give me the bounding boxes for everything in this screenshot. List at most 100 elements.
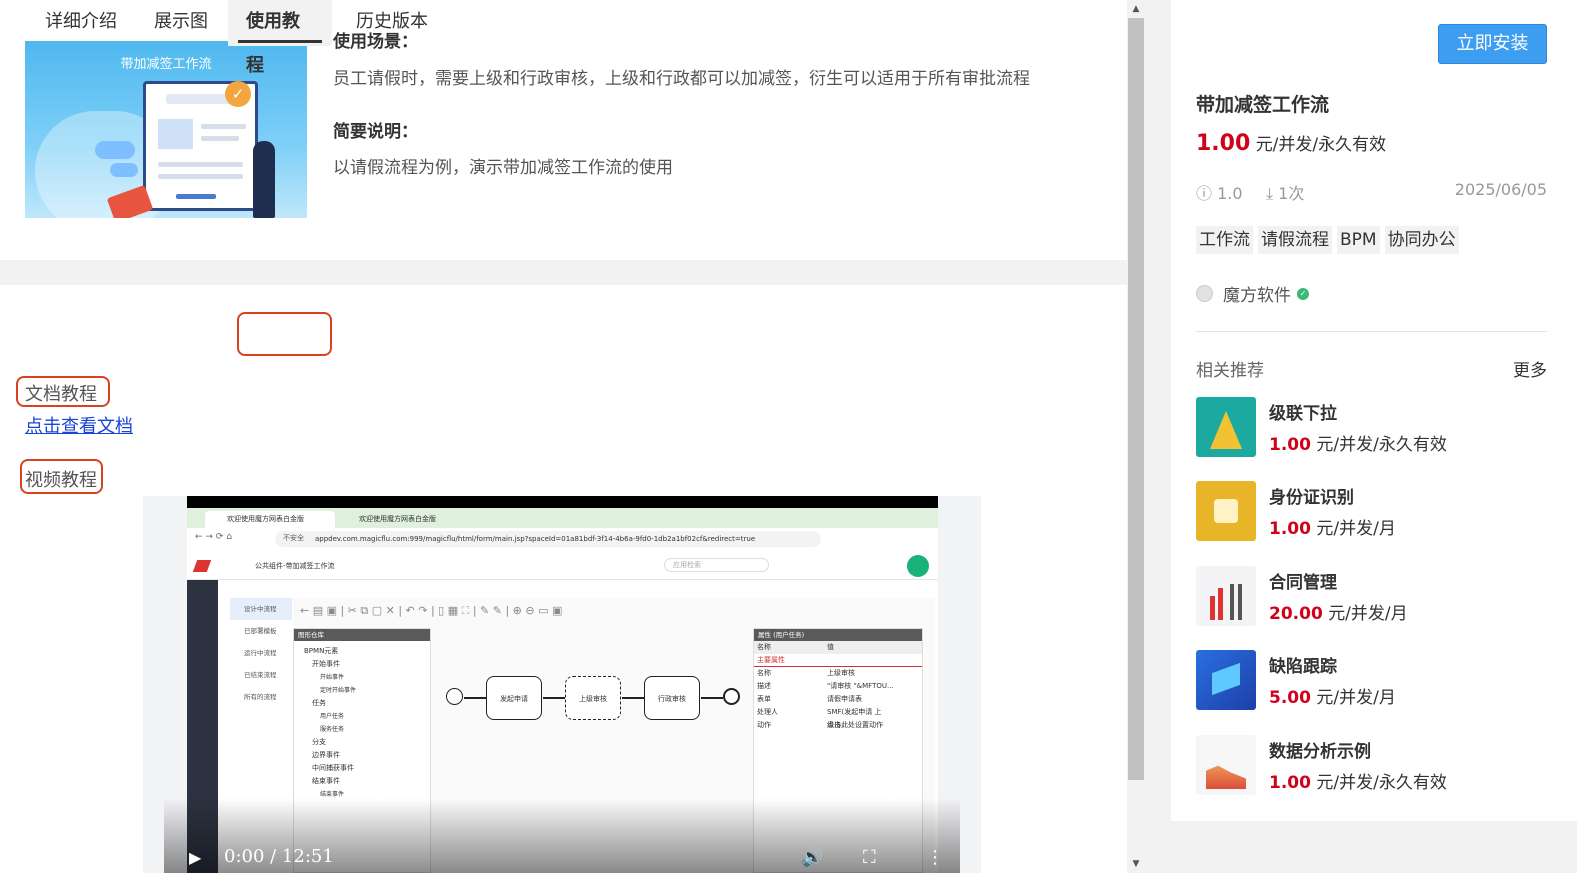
nav-item: 设计中流程 (230, 598, 292, 620)
scroll-down-arrow-icon[interactable]: ▼ (1127, 855, 1145, 873)
recommend-name: 缺陷跟踪 (1269, 657, 1337, 677)
recommend-more-link[interactable]: 更多 (1513, 356, 1547, 381)
author-name: 魔方软件 (1223, 286, 1291, 306)
recommend-item[interactable]: 身份证识别 1.00 元/并发/月 (1196, 481, 1547, 543)
author[interactable]: 魔方软件 ✓ (1196, 281, 1309, 306)
video-time: 0:00 / 12:51 (224, 846, 334, 867)
price-unit: 元/并发/月 (1316, 688, 1396, 708)
version-meta: ⓘ 1.0 (1196, 180, 1243, 204)
nav-item: 已结束流程 (244, 671, 277, 679)
end-event-icon (723, 688, 740, 705)
recommend-item[interactable]: 合同管理 20.00 元/并发/月 (1196, 566, 1547, 628)
tab-highlight-box (237, 312, 332, 356)
browser-tab: 欢迎使用魔方网表白金版 (359, 515, 436, 523)
price-value: 20.00 (1269, 604, 1323, 624)
node-manager-review: 上级审核 (565, 676, 621, 720)
props-value: SMF(发起申请 上级)$ (827, 708, 882, 729)
user-avatar (907, 555, 929, 577)
app-search: 应用检索 (664, 558, 769, 572)
props-header: 值 (827, 643, 834, 651)
app-nav: 设计中流程 已部署模板 运行中流程 已结束流程 所有的流程 (230, 598, 292, 708)
person-illustration (253, 141, 275, 218)
recommend-name: 合同管理 (1269, 573, 1337, 593)
recommend-thumbnail (1196, 397, 1256, 457)
tag[interactable]: 工作流 (1196, 226, 1253, 254)
nav-item: 运行中流程 (244, 649, 277, 657)
view-document-link[interactable]: 点击查看文档 (25, 412, 133, 438)
designer-toolbar: ← ▤ ▣ | ✂ ⧉ ▢ ✕ | ↶ ↷ | ▯ ▦ ⛶ | ✎ ✎ | ⊕ … (293, 604, 563, 617)
props-header: 名称 (757, 643, 771, 651)
section-divider (0, 260, 1127, 285)
tab-history[interactable]: 历史版本 (346, 0, 438, 46)
palette-item: BPMN元素 (304, 647, 339, 655)
scene-text: 员工请假时，需要上级和行政审核，上级和行政都可以加减签，衍生可以适用于所有审批流… (333, 69, 1030, 89)
start-event-icon (446, 688, 463, 705)
browser-tab-strip: 欢迎使用魔方网表白金版 欢迎使用魔方网表白金版 (187, 508, 938, 528)
browser-tab: 欢迎使用魔方网表白金版 (205, 511, 335, 528)
recommend-price: 20.00 元/并发/月 (1269, 599, 1408, 624)
palette-title: 图形仓库 (294, 629, 430, 641)
recommend-thumbnail (1196, 566, 1256, 626)
play-icon[interactable]: ▶ (189, 848, 201, 867)
nav-item: 已部署模板 (244, 627, 277, 635)
palette-item: 定时开始事件 (320, 687, 357, 694)
recommend-name: 身份证识别 (1269, 488, 1354, 508)
fullscreen-icon[interactable]: ⛶ (863, 847, 876, 868)
props-value: 点击此处设置动作 (827, 721, 883, 729)
tag[interactable]: 请假流程 (1258, 226, 1332, 254)
price-unit: 元/并发/永久有效 (1255, 135, 1387, 155)
price-value: 1.00 (1196, 131, 1251, 156)
insecure-label: 不安全 (283, 534, 304, 542)
price-unit: 元/并发/月 (1328, 604, 1408, 624)
recommend-item[interactable]: 数据分析示例 1.00 元/并发/永久有效 (1196, 735, 1547, 797)
props-key: 动作 (757, 721, 771, 729)
tab-screenshots[interactable]: 展示图 (144, 0, 218, 46)
tag-list: 工作流 请假流程 BPM 协同办公 (1196, 226, 1459, 254)
palette-item: 结束事件 (312, 777, 340, 785)
props-section: 主要属性 (757, 656, 785, 664)
app-header: 公共组件-带加减签工作流 应用检索 (187, 552, 938, 580)
props-key: 描述 (757, 682, 771, 690)
recommend-heading: 相关推荐 (1196, 361, 1264, 381)
palette-item: 开始事件 (320, 674, 345, 681)
chat-bubble-icon (110, 163, 138, 177)
install-button[interactable]: 立即安装 (1438, 24, 1547, 64)
product-sidebar: 立即安装 带加减签工作流 1.00 元/并发/永久有效 ⓘ 1.0 ⤓ 1次 2… (1171, 0, 1577, 821)
app-logo-icon (192, 560, 212, 572)
recommend-item[interactable]: 级联下拉 1.00 元/并发/永久有效 (1196, 397, 1547, 459)
app-breadcrumb: 公共组件-带加减签工作流 (255, 562, 335, 570)
tag[interactable]: 协同办公 (1384, 226, 1459, 254)
tab-tutorial[interactable]: 使用教程 (228, 0, 332, 76)
tutorial-video-player[interactable]: 欢迎使用魔方网表白金版 欢迎使用魔方网表白金版 ← → ⟳ ⌂ appdev.c… (143, 496, 981, 873)
palette-item: 分支 (312, 738, 326, 746)
video-heading-highlight-box (20, 459, 103, 494)
palette-item: 边界事件 (312, 751, 340, 759)
scrollbar-thumb[interactable] (1128, 18, 1144, 780)
palette-item: 开始事件 (312, 660, 340, 668)
palette-item: 任务 (312, 699, 326, 707)
props-key: 名称 (757, 669, 771, 677)
more-options-icon[interactable]: ⋮ (926, 847, 944, 868)
recommend-item[interactable]: 缺陷跟踪 5.00 元/并发/月 (1196, 650, 1547, 712)
node-apply: 发起申请 (486, 676, 542, 720)
version-value: 1.0 (1217, 184, 1243, 203)
tag[interactable]: BPM (1337, 226, 1380, 254)
recommend-thumbnail (1196, 481, 1256, 541)
price-unit: 元/并发/永久有效 (1316, 435, 1447, 455)
brief-title: 简要说明： (333, 122, 418, 142)
tab-details[interactable]: 详细介绍 (35, 0, 127, 46)
nav-item: 所有的流程 (244, 693, 277, 701)
recommend-price: 5.00 元/并发/月 (1269, 683, 1396, 708)
node-admin-review: 行政审核 (644, 676, 700, 720)
page-scrollbar[interactable]: ▲ ▼ (1127, 0, 1145, 873)
info-icon: ⓘ (1196, 184, 1213, 203)
props-value: 上级审核 (827, 669, 855, 677)
cover-title: 带加减签工作流 (120, 57, 212, 72)
download-meta: ⤓ 1次 (1266, 180, 1304, 204)
volume-icon[interactable]: 🔊 (801, 847, 823, 868)
palette-item: 用户任务 (320, 713, 345, 720)
scroll-up-arrow-icon[interactable]: ▲ (1127, 0, 1145, 18)
props-key: 表单 (757, 695, 771, 703)
price-unit: 元/并发/永久有效 (1316, 773, 1447, 793)
price-value: 5.00 (1269, 688, 1311, 708)
